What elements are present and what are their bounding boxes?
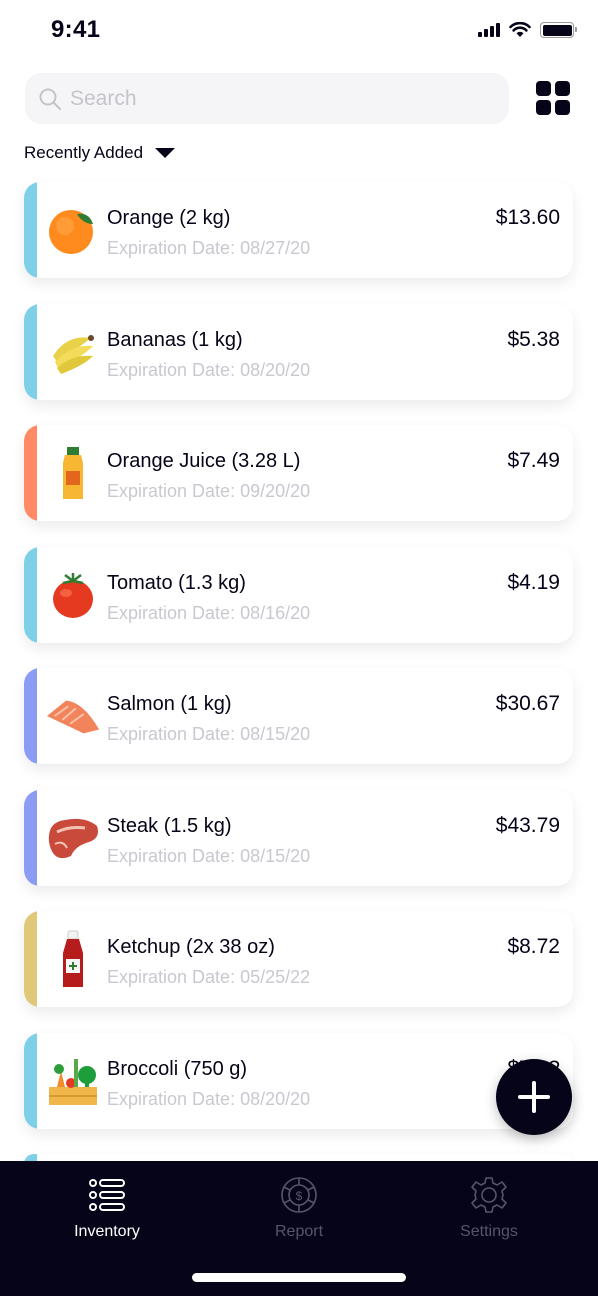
orange-juice-image [45,445,101,501]
gear-icon [471,1177,507,1213]
item-price: $43.79 [495,813,560,837]
category-accent [24,425,37,521]
grid-icon-cell [555,100,570,115]
item-name: Broccoli (750 g) [107,1057,248,1080]
search-input[interactable]: Search [25,73,509,124]
list-icon [89,1179,125,1211]
item-expiration: Expiration Date: 09/20/20 [107,481,311,501]
inventory-item[interactable]: Orange (2 kg) Expiration Date: 08/27/20 … [24,182,573,278]
item-name: Salmon (1 kg) [107,693,232,715]
inventory-item[interactable]: Orange Juice (3.28 L) Expiration Date: 0… [24,425,573,521]
item-expiration: Expiration Date: 08/20/20 [107,359,311,380]
steak-image [45,810,101,866]
tab-inventory[interactable]: Inventory [37,1175,177,1241]
category-accent [24,668,37,764]
inventory-list: Orange (2 kg) Expiration Date: 08/27/20 … [24,182,573,1200]
status-icons [478,22,577,38]
item-price: $13.60 [495,206,560,229]
category-accent [24,303,37,400]
item-price: $7.49 [507,449,560,472]
search-placeholder: Search [70,86,137,110]
wifi-icon [509,22,531,37]
category-accent [24,1032,37,1129]
item-name: Steak (1.5 kg) [107,814,232,837]
item-expiration: Expiration Date: 08/15/20 [107,724,311,744]
item-expiration: Expiration Date: 05/25/22 [107,967,311,987]
battery-icon [540,22,577,38]
grid-icon-cell [555,81,570,96]
item-expiration: Expiration Date: 08/27/20 [107,238,311,258]
svg-text:$: $ [296,1189,303,1203]
item-name: Tomato (1.3 kg) [107,571,246,594]
orange-image [45,202,101,258]
home-indicator [192,1273,406,1282]
item-expiration: Expiration Date: 08/15/20 [107,845,311,866]
vegetables-image [45,1053,101,1109]
salmon-image [45,688,101,744]
item-name: Orange (2 kg) [107,207,231,229]
sort-label: Recently Added [24,143,144,162]
inventory-item[interactable]: Ketchup (2x 38 oz) Expiration Date: 05/2… [24,911,573,1007]
tab-label: Inventory [74,1223,140,1240]
item-expiration: Expiration Date: 08/16/20 [107,602,311,623]
bananas-image [45,324,101,380]
tab-label: Settings [460,1223,518,1240]
item-expiration: Expiration Date: 08/20/20 [107,1088,311,1109]
category-accent [24,182,37,278]
inventory-item[interactable]: Broccoli (750 g) Expiration Date: 08/20/… [24,1032,573,1129]
grid-icon-cell [536,100,551,115]
category-accent [24,911,37,1007]
inventory-item[interactable]: Bananas (1 kg) Expiration Date: 08/20/20… [24,303,573,400]
tab-label: Report [274,1223,324,1240]
grid-view-button[interactable] [536,81,570,115]
item-name: Orange Juice (3.28 L) [107,450,301,472]
plus-icon [518,1081,550,1113]
signal-icon [478,23,500,37]
status-bar: 9:41 [0,0,598,60]
tab-report[interactable]: $ Report [229,1175,369,1241]
inventory-item[interactable]: Tomato (1.3 kg) Expiration Date: 08/16/2… [24,546,573,643]
item-price: $30.67 [495,692,560,715]
inventory-item[interactable]: Salmon (1 kg) Expiration Date: 08/15/20 … [24,668,573,764]
tab-bar: Inventory $ Report Settings [0,1161,598,1296]
category-accent [24,789,37,886]
search-icon [39,88,62,110]
ketchup-image [45,930,101,987]
tab-settings[interactable]: Settings [419,1175,559,1241]
inventory-item[interactable]: Steak (1.5 kg) Expiration Date: 08/15/20… [24,789,573,886]
sort-dropdown[interactable]: Recently Added [24,143,176,163]
item-price: $8.72 [507,935,560,958]
caret-down-icon [155,148,176,158]
add-item-button[interactable] [496,1059,572,1135]
item-name: Bananas (1 kg) [107,328,243,351]
dollar-chip-icon: $ [281,1177,317,1213]
item-price: $4.19 [507,570,560,594]
status-time: 9:41 [51,16,101,43]
tomato-image [45,567,101,623]
item-name: Ketchup (2x 38 oz) [107,936,275,958]
category-accent [24,546,37,643]
grid-icon-cell [536,81,551,96]
item-price: $5.38 [507,327,560,351]
